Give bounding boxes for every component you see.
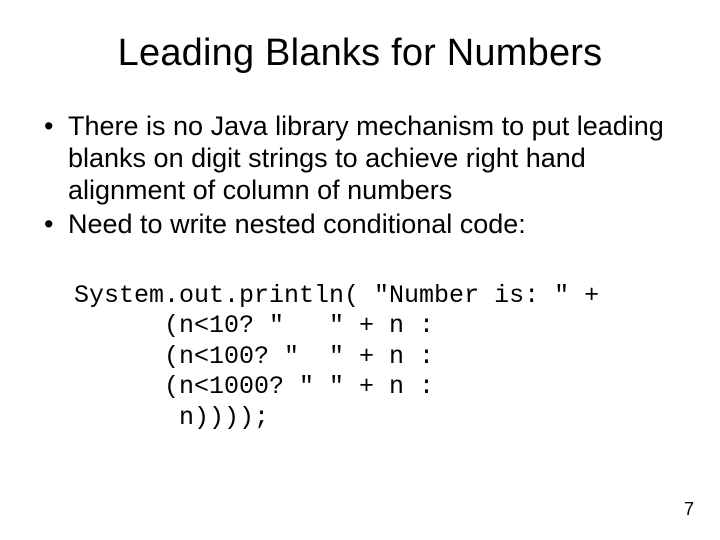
code-line: (n<100? " " + n : [74,342,434,371]
code-line: (n<1000? " " + n : [74,372,434,401]
code-block: System.out.println( "Number is: " + (n<1… [74,250,680,433]
code-line: (n<10? " " + n : [74,311,434,340]
slide: Leading Blanks for Numbers There is no J… [0,0,720,540]
slide-title: Leading Blanks for Numbers [40,32,680,75]
page-number: 7 [684,499,694,520]
code-line: n)))); [74,403,269,432]
code-line: System.out.println( "Number is: " + [74,281,599,310]
bullet-list: There is no Java library mechanism to pu… [40,111,680,240]
bullet-item: Need to write nested conditional code: [40,209,680,241]
bullet-item: There is no Java library mechanism to pu… [40,111,680,207]
